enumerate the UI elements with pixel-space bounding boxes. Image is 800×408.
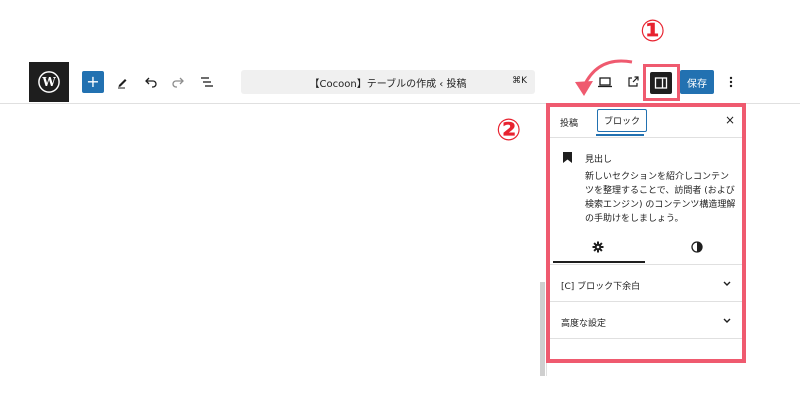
save-button[interactable]: 保存 [680,70,714,94]
tab-post[interactable]: 投稿 [560,116,578,129]
annotation-marker-1: ① [640,14,666,49]
more-options-icon[interactable] [720,71,742,93]
tab-block[interactable]: ブロック [597,109,648,132]
highlight-box-settings [643,64,680,101]
settings-sidebar: 投稿 ブロック × 見出し 新しいセクションを紹介しコンテンツを整理することで、… [547,104,745,363]
annotation-arrow [575,59,633,96]
contrast-icon[interactable] [690,240,704,254]
document-bar[interactable]: 【Cocoon】テーブルの作成 ‹ 投稿 ⌘K [241,70,535,94]
undo-icon[interactable] [140,71,162,93]
document-title: 【Cocoon】テーブルの作成 ‹ 投稿 [309,79,467,90]
block-description: 新しいセクションを紹介しコンテンツを整理することで、訪問者 (および検索エンジン… [585,172,736,224]
close-sidebar-button[interactable]: × [725,113,735,127]
active-tab-indicator [596,134,644,136]
chevron-down-icon [723,281,731,286]
document-overview-icon[interactable] [196,71,218,93]
command-shortcut: ⌘K [512,76,527,86]
wordpress-logo-icon[interactable]: W [29,62,69,102]
pencil-tool-icon[interactable] [112,71,134,93]
panel-label: 高度な設定 [561,319,607,329]
divider [547,301,745,302]
divider [547,338,745,339]
gear-icon[interactable] [591,240,605,254]
bookmark-icon [563,152,572,163]
active-settings-tab-indicator [553,261,645,263]
divider [547,264,745,265]
panel-label: [C] ブロック下余白 [561,282,641,292]
annotation-marker-2: ② [496,113,522,148]
panel-block-margin[interactable]: [C] ブロック下余白 [547,267,745,301]
svg-text:W: W [41,75,56,89]
canvas-scrollbar[interactable] [540,282,545,376]
add-block-button[interactable]: + [82,71,104,93]
panel-advanced[interactable]: 高度な設定 [547,304,745,338]
redo-icon[interactable] [167,71,189,93]
chevron-down-icon [723,318,731,323]
divider [547,137,745,138]
block-name: 見出し [585,155,613,165]
